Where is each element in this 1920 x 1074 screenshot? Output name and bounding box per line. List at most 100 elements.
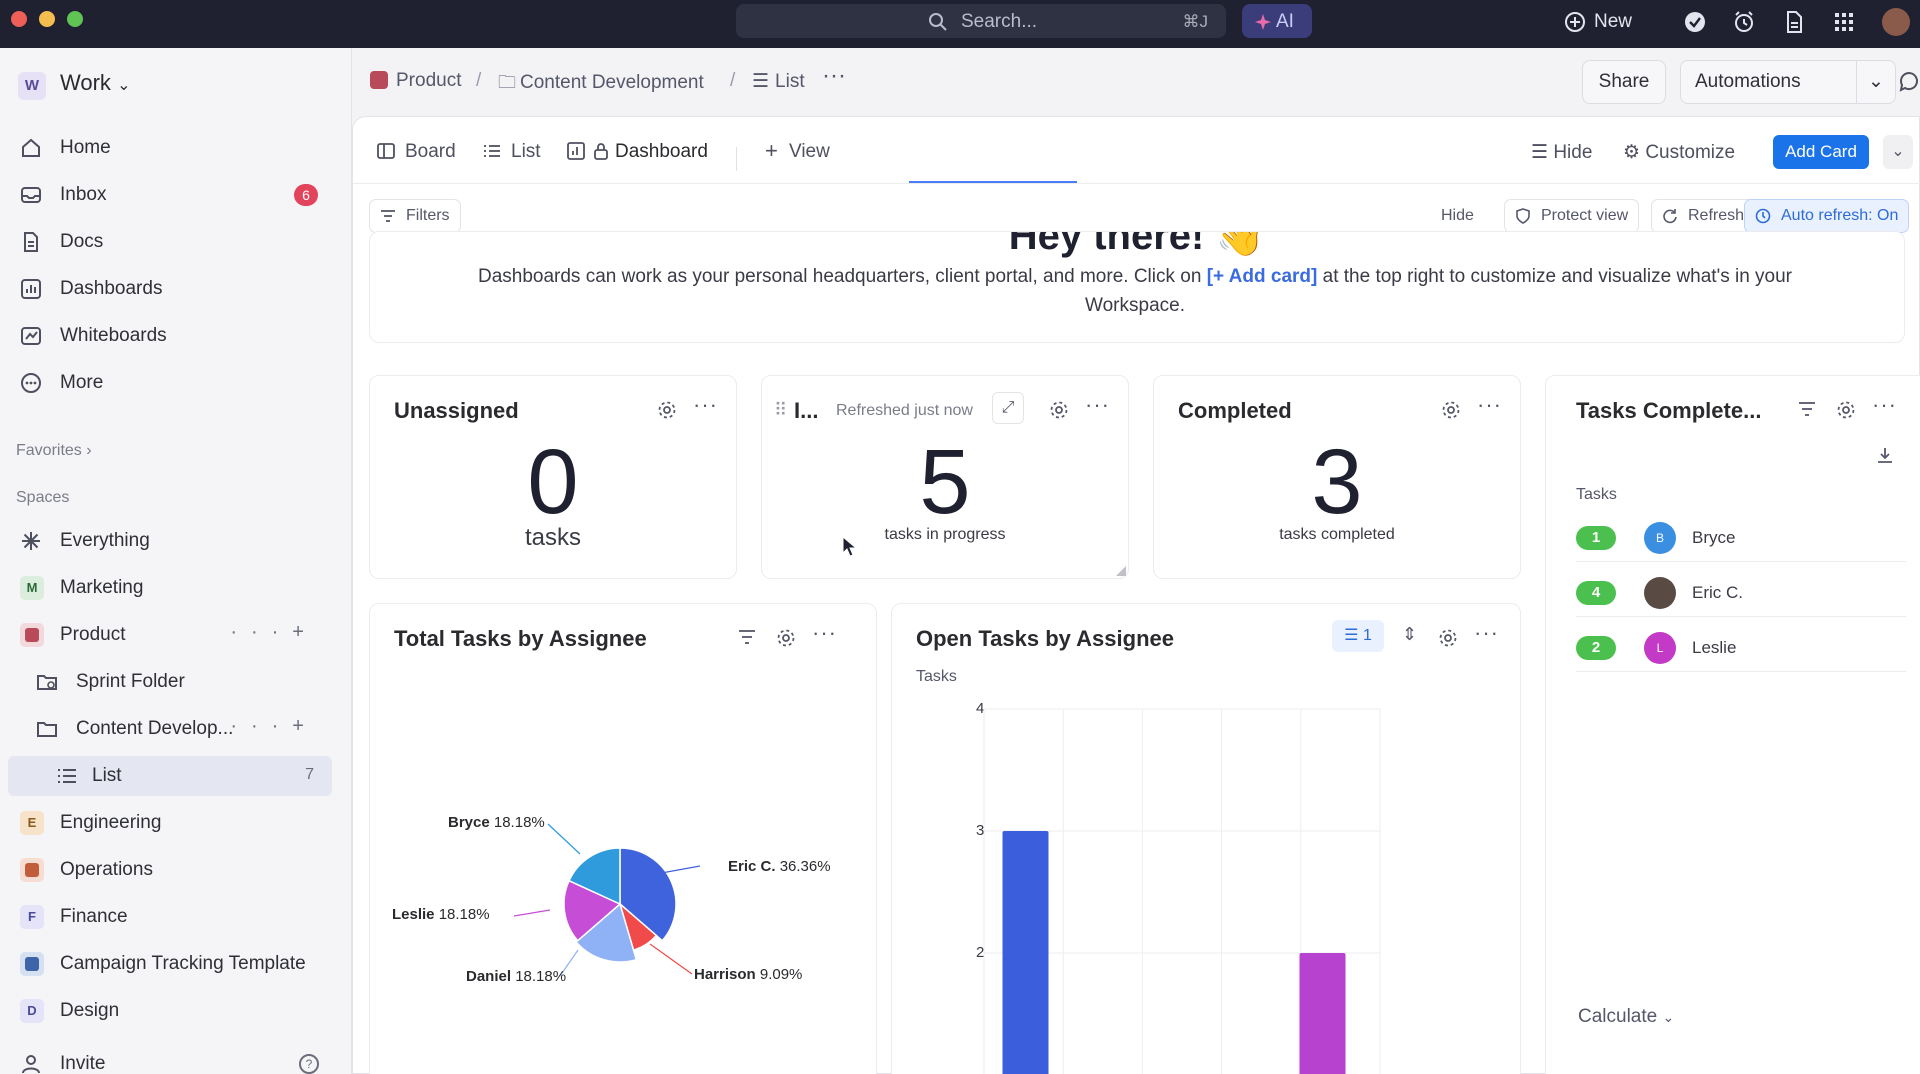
folder-icon — [37, 722, 57, 737]
home-icon — [22, 138, 40, 157]
drag-handle-icon[interactable]: ⠿ — [774, 400, 787, 421]
automations-button[interactable]: Automations — [1680, 60, 1858, 104]
automations-dropdown-button[interactable]: ⌄ — [1856, 60, 1896, 104]
favorites-section[interactable]: Favorites › — [16, 442, 92, 460]
avatar: L — [1644, 632, 1676, 664]
space-actions[interactable]: ···+ — [230, 621, 318, 644]
space-avatar: E — [20, 811, 44, 835]
space-product[interactable]: Product ···+ — [8, 615, 332, 655]
card-more-button[interactable]: ··· — [693, 392, 718, 418]
card-more-button[interactable]: ··· — [1085, 392, 1110, 418]
bar-3[interactable] — [1299, 953, 1346, 1074]
folder-content-development[interactable]: Content Develop... ···+ — [8, 709, 332, 749]
card-more-button[interactable]: ··· — [1872, 392, 1897, 418]
space-avatar: F — [20, 905, 44, 929]
expand-icon[interactable]: ⤢ — [992, 392, 1024, 424]
gear-icon[interactable] — [1441, 400, 1461, 420]
pie-label-daniel: Daniel 18.18% — [466, 968, 567, 985]
breadcrumb-separator: / — [476, 70, 482, 91]
breadcrumb-list[interactable]: ☰ List — [752, 70, 805, 93]
sidebar-item-more[interactable]: More — [8, 363, 332, 403]
breadcrumb-product[interactable]: Product — [370, 70, 461, 92]
in-progress-caption: tasks in progress — [884, 526, 1006, 543]
add-card-button[interactable]: Add Card — [1773, 135, 1869, 169]
window-minimize-button[interactable] — [39, 11, 55, 27]
sidebar-item-home[interactable]: Home — [8, 128, 332, 168]
gear-icon[interactable] — [657, 400, 677, 420]
invite-button[interactable]: Invite ? — [8, 1044, 332, 1074]
filters-button[interactable]: Filters — [369, 199, 461, 233]
global-search[interactable]: Search... ⌘J — [736, 4, 1226, 38]
folder-actions[interactable]: ···+ — [230, 715, 318, 738]
share-button[interactable]: Share — [1582, 60, 1666, 104]
pie-leader-line — [513, 909, 551, 917]
user-avatar[interactable] — [1882, 8, 1910, 36]
product-space-icon — [370, 71, 388, 89]
sidebar-item-inbox[interactable]: Inbox 6 — [8, 175, 332, 215]
customize-button[interactable]: ⚙ Customize — [1623, 141, 1735, 164]
dashboard-area: Board List Dashboard + View ☰ Hide ⚙ Cus… — [352, 116, 1920, 1074]
inbox-icon — [21, 187, 41, 203]
sliders-icon: ☰ — [1531, 142, 1549, 163]
sidebar-item-dashboards[interactable]: Dashboards — [8, 269, 332, 309]
folder-sprint[interactable]: Sprint Folder — [8, 662, 332, 702]
gear-icon[interactable] — [1049, 400, 1069, 420]
task-count-badge: 4 — [1576, 581, 1616, 605]
breadcrumb-separator: / — [730, 70, 736, 91]
filter-icon[interactable] — [1798, 400, 1816, 418]
document-icon[interactable] — [1782, 10, 1806, 34]
view-options-dropdown[interactable]: ⌄ — [1883, 135, 1913, 169]
window-maximize-button[interactable] — [67, 11, 83, 27]
lock-icon — [594, 143, 608, 160]
protect-view-button[interactable]: Protect view — [1504, 199, 1640, 233]
card-more-button[interactable]: ··· — [1477, 392, 1502, 418]
card-title: Completed — [1178, 398, 1292, 423]
hide-filters-button[interactable]: Hide — [1441, 207, 1474, 225]
list-item[interactable]: 1 B Bryce — [1576, 516, 1906, 562]
folder-icon: 🗀 — [498, 72, 516, 92]
check-circle-icon[interactable] — [1683, 10, 1707, 34]
apps-grid-icon[interactable] — [1832, 10, 1856, 34]
resize-handle[interactable] — [1116, 566, 1126, 576]
folder-label: Content Develop... — [76, 718, 234, 739]
download-icon[interactable] — [1876, 446, 1894, 464]
space-finance[interactable]: F Finance — [8, 897, 332, 937]
auto-refresh-toggle[interactable]: Auto refresh: On — [1744, 199, 1910, 233]
list-item[interactable]: 4 Eric C. — [1576, 571, 1906, 617]
space-engineering[interactable]: E Engineering — [8, 803, 332, 843]
space-label: Operations — [60, 859, 153, 880]
dashboard-icon — [567, 142, 585, 160]
space-design[interactable]: D Design — [8, 991, 332, 1031]
breadcrumb-more-button[interactable]: ··· — [822, 62, 846, 90]
add-card-link[interactable]: [+ Add card] — [1207, 266, 1318, 287]
space-label: Everything — [60, 530, 150, 551]
bar-0[interactable] — [1002, 831, 1049, 1074]
space-marketing[interactable]: M Marketing — [8, 568, 332, 608]
space-campaign-tracking[interactable]: Campaign Tracking Template — [8, 944, 332, 984]
calculate-dropdown[interactable]: Calculate ⌄ — [1578, 1006, 1674, 1028]
help-icon[interactable]: ? — [298, 1053, 320, 1074]
pie-label-bryce: Bryce 18.18% — [448, 814, 545, 831]
ai-button[interactable]: AI — [1242, 4, 1312, 38]
sidebar-item-docs[interactable]: Docs — [8, 222, 332, 262]
welcome-title: Hey there! 👋 — [1008, 231, 1266, 258]
assignee-name: Bryce — [1692, 528, 1736, 547]
sidebar-item-label: Home — [60, 137, 111, 158]
space-operations[interactable]: Operations — [8, 850, 332, 890]
top-bar: Search... ⌘J AI New — [0, 0, 1920, 48]
list-item-list[interactable]: List 7 — [8, 756, 332, 796]
chat-icon[interactable] — [1898, 70, 1920, 92]
chevron-right-icon: › — [86, 442, 92, 459]
task-count-badge: 2 — [1576, 636, 1616, 660]
unassigned-caption: tasks — [524, 524, 581, 551]
breadcrumb-content-development[interactable]: 🗀 Content Development — [498, 70, 704, 100]
gear-icon[interactable] — [1836, 400, 1856, 420]
completed-caption: tasks completed — [1279, 526, 1395, 543]
search-placeholder: Search... — [961, 11, 1038, 32]
alarm-clock-icon[interactable] — [1732, 10, 1756, 34]
hide-view-button[interactable]: ☰ Hide — [1531, 141, 1592, 164]
window-close-button[interactable] — [11, 11, 27, 27]
sidebar-item-whiteboards[interactable]: Whiteboards — [8, 316, 332, 356]
list-item[interactable]: 2 L Leslie — [1576, 626, 1906, 672]
space-everything[interactable]: Everything — [8, 521, 332, 561]
